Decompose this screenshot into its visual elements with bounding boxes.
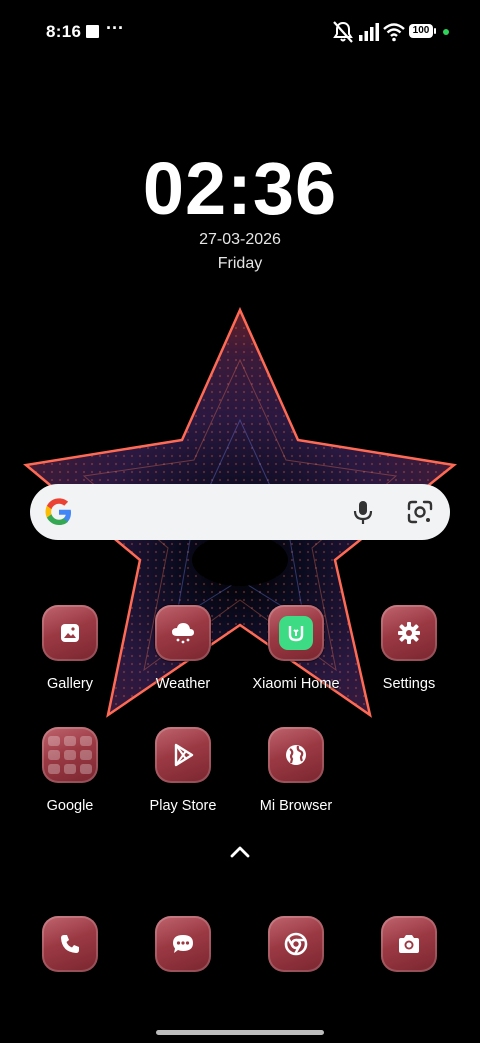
dock-messages[interactable] — [127, 916, 239, 972]
google-search-bar[interactable] — [30, 484, 450, 540]
status-bar: 8:16 ··· 100 — [0, 0, 480, 64]
signal-icon — [359, 23, 379, 41]
phone-icon[interactable] — [42, 916, 98, 972]
folder-google[interactable]: Google — [14, 727, 126, 814]
dock-chrome[interactable] — [240, 916, 352, 972]
app-xiaomi-home[interactable]: Xiaomi Home — [240, 605, 352, 692]
google-logo-icon — [45, 498, 71, 525]
app-settings[interactable]: Settings — [353, 605, 465, 692]
app-play-store[interactable]: Play Store — [127, 727, 239, 814]
app-label: Xiaomi Home — [252, 676, 340, 692]
chrome-icon[interactable] — [268, 916, 324, 972]
dock-camera[interactable] — [353, 916, 465, 972]
app-gallery[interactable]: Gallery — [14, 605, 126, 692]
app-label: Play Store — [149, 798, 217, 814]
play-store-icon[interactable] — [155, 727, 211, 783]
battery-icon: 100 — [409, 24, 433, 38]
weather-icon[interactable] — [155, 605, 211, 661]
privacy-indicator-dot — [443, 29, 449, 35]
app-label: Gallery — [47, 676, 93, 692]
more-notifications-icon: ··· — [106, 18, 124, 38]
camera-icon[interactable] — [381, 916, 437, 972]
app-weather[interactable]: Weather — [127, 605, 239, 692]
dock-phone[interactable] — [14, 916, 126, 972]
notification-square-icon — [86, 25, 99, 38]
app-drawer-chevron-up-icon[interactable] — [228, 842, 252, 862]
google-folder-icon[interactable] — [42, 727, 98, 783]
app-label: Mi Browser — [259, 798, 333, 814]
microphone-icon[interactable] — [348, 497, 378, 527]
settings-icon[interactable] — [381, 605, 437, 661]
gallery-icon[interactable] — [42, 605, 98, 661]
wifi-icon — [383, 23, 405, 42]
app-mi-browser[interactable]: Mi Browser — [240, 727, 352, 814]
notifications-muted-icon — [333, 21, 353, 43]
clock-widget-time[interactable]: 02:36 — [0, 146, 480, 231]
app-label: Settings — [382, 676, 436, 692]
status-time: 8:16 — [46, 22, 82, 41]
clock-widget-date: 27-03-2026 — [199, 231, 281, 248]
globe-icon[interactable] — [268, 727, 324, 783]
status-icons: 100 — [332, 20, 472, 44]
clock-widget-day: Friday — [217, 255, 263, 272]
gesture-home-bar[interactable] — [156, 1030, 324, 1035]
xiaomi-home-icon[interactable] — [268, 605, 324, 661]
google-lens-icon[interactable] — [405, 497, 435, 527]
battery-tip — [434, 28, 436, 34]
messages-icon[interactable] — [155, 916, 211, 972]
app-label: Weather — [155, 676, 211, 692]
app-label: Google — [46, 798, 94, 814]
